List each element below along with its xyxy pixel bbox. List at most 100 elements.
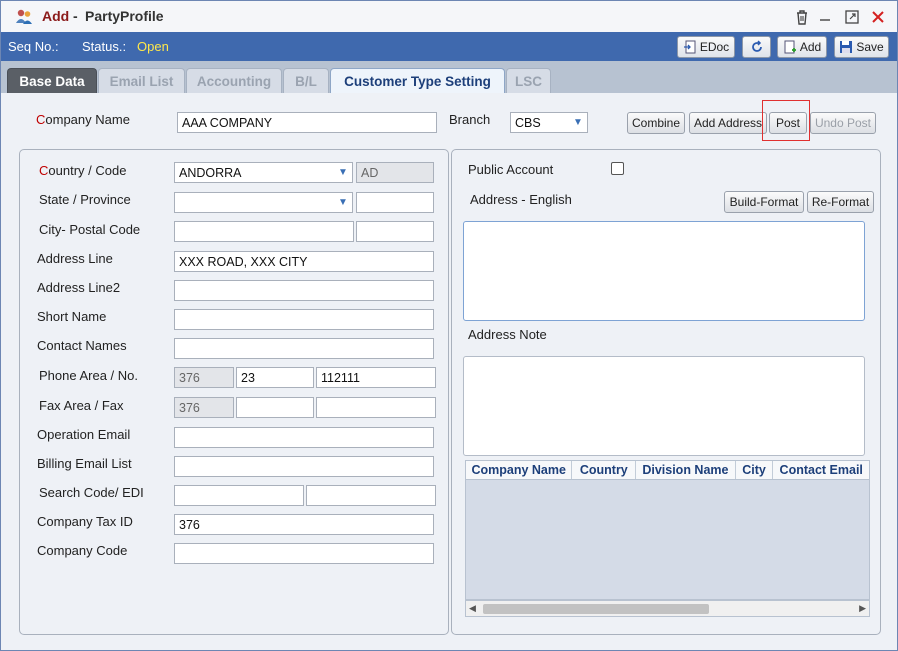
edi-input[interactable]	[306, 485, 436, 506]
operation-email-input[interactable]	[174, 427, 434, 448]
grid-col-division-name[interactable]: Division Name	[636, 461, 736, 479]
contact-names-label: Contact Names	[37, 338, 127, 353]
close-icon[interactable]	[869, 8, 887, 26]
company-name-label-rest: ompany Name	[45, 112, 130, 127]
address-english-textarea[interactable]	[463, 221, 865, 321]
combine-button[interactable]: Combine	[627, 112, 685, 134]
country-label-rest: ountry / Code	[48, 163, 127, 178]
add-label: Add	[799, 40, 822, 54]
window-mode: Add	[42, 8, 70, 24]
fax-no-input[interactable]	[316, 397, 436, 418]
party-profile-window: TLKA.CBS.Admin 2024-07-01 TLKA.CBS.Admin…	[0, 0, 898, 651]
status-label: Status.:	[82, 39, 127, 54]
title-bar: Add - PartyProfile	[1, 1, 897, 32]
grid-col-company-name[interactable]: Company Name	[466, 461, 573, 479]
short-name-label: Short Name	[37, 309, 107, 324]
window-title: PartyProfile	[85, 8, 164, 24]
minimize-icon[interactable]	[816, 8, 834, 26]
grid-col-country[interactable]: Country	[572, 461, 637, 479]
short-name-input[interactable]	[174, 309, 434, 330]
branch-value: CBS	[515, 115, 541, 130]
edoc-icon	[683, 40, 696, 54]
add-button[interactable]: Add	[777, 36, 827, 58]
city-input[interactable]	[174, 221, 354, 242]
add-doc-icon	[784, 40, 796, 54]
tab-bl[interactable]: B/L	[283, 68, 329, 93]
search-code-input[interactable]	[174, 485, 304, 506]
scroll-right-icon[interactable]: ▶	[859, 603, 866, 614]
save-button[interactable]: Save	[834, 36, 889, 58]
province-input[interactable]	[356, 192, 434, 213]
tab-accounting[interactable]: Accounting	[186, 68, 282, 93]
billing-email-input[interactable]	[174, 456, 434, 477]
phone-area-input[interactable]: 23	[236, 367, 314, 388]
re-format-button[interactable]: Re-Format	[807, 191, 874, 213]
city-postal-label: City- Postal Code	[39, 222, 141, 237]
grid-col-contact-email[interactable]: Contact Email	[773, 461, 869, 479]
status-bar: Seq No.: Status.: Open EDoc Add Save	[1, 32, 897, 61]
contact-names-input[interactable]	[174, 338, 434, 359]
chevron-down-icon: ▼	[573, 117, 583, 128]
postal-code-input[interactable]	[356, 221, 434, 242]
branch-label: Branch	[449, 112, 491, 127]
seq-no-label: Seq No.:	[8, 39, 59, 54]
post-button[interactable]: Post	[769, 112, 807, 134]
phone-country-input[interactable]: 376	[174, 367, 234, 388]
grid-horizontal-scrollbar[interactable]: ◀ ▶	[465, 600, 870, 617]
scrollbar-thumb[interactable]	[483, 604, 709, 614]
company-tax-id-input[interactable]: 376	[174, 514, 434, 535]
chevron-down-icon: ▼	[338, 197, 348, 208]
address-line2-label: Address Line2	[37, 280, 121, 295]
public-account-label: Public Account	[468, 162, 554, 177]
tab-bar: Base Data Email List Accounting B/L Cust…	[1, 61, 897, 93]
company-code-label: Company Code	[37, 543, 128, 558]
fax-label: Fax Area / Fax	[39, 398, 124, 413]
scroll-left-icon[interactable]: ◀	[469, 603, 476, 614]
address-note-label: Address Note	[468, 327, 547, 342]
trash-icon[interactable]	[793, 8, 811, 26]
build-format-button[interactable]: Build-Format	[724, 191, 804, 213]
grid-col-city[interactable]: City	[736, 461, 774, 479]
billing-email-label: Billing Email List	[37, 456, 132, 471]
save-icon	[840, 41, 853, 53]
refresh-icon	[751, 40, 762, 52]
edoc-label: EDoc	[699, 40, 730, 54]
country-code-input[interactable]: AD	[356, 162, 434, 183]
company-name-label: Company Name	[36, 112, 130, 127]
party-profile-icon	[16, 9, 32, 24]
tab-customer-type-setting[interactable]: Customer Type Setting	[330, 68, 505, 93]
address-line-label: Address Line	[37, 251, 113, 266]
state-select[interactable]: ▼	[174, 192, 353, 213]
address-note-textarea[interactable]	[463, 356, 865, 456]
fax-country-input[interactable]: 376	[174, 397, 234, 418]
phone-label: Phone Area / No.	[39, 368, 139, 383]
refresh-button[interactable]	[742, 36, 771, 58]
operation-email-label: Operation Email	[37, 427, 131, 442]
add-address-button[interactable]: Add Address	[689, 112, 767, 134]
address-line2-input[interactable]	[174, 280, 434, 301]
maximize-icon[interactable]	[843, 8, 861, 26]
address-grid-body	[465, 480, 870, 600]
title-separator: -	[73, 8, 78, 24]
public-account-checkbox[interactable]	[611, 162, 624, 175]
country-select[interactable]: ANDORRA ▼	[174, 162, 353, 183]
branch-select[interactable]: CBS ▼	[510, 112, 588, 133]
address-english-label: Address - English	[470, 192, 572, 207]
chevron-down-icon: ▼	[338, 167, 348, 178]
save-label: Save	[856, 40, 884, 54]
fax-area-input[interactable]	[236, 397, 314, 418]
status-value: Open	[137, 39, 169, 54]
tab-email-list[interactable]: Email List	[98, 68, 185, 93]
undo-post-button[interactable]: Undo Post	[810, 112, 876, 134]
address-line-input[interactable]: XXX ROAD, XXX CITY	[174, 251, 434, 272]
tab-lsc[interactable]: LSC	[506, 68, 551, 93]
phone-no-input[interactable]: 112111	[316, 367, 436, 388]
address-grid-header: Company Name Country Division Name City …	[465, 460, 870, 480]
country-code-label: Country / Code	[39, 163, 127, 178]
tab-base-data[interactable]: Base Data	[7, 68, 97, 93]
edoc-button[interactable]: EDoc	[677, 36, 735, 58]
company-code-input[interactable]	[174, 543, 434, 564]
company-name-input[interactable]: AAA COMPANY	[177, 112, 437, 133]
company-tax-id-label: Company Tax ID	[37, 514, 133, 529]
search-code-label: Search Code/ EDI	[39, 485, 144, 500]
